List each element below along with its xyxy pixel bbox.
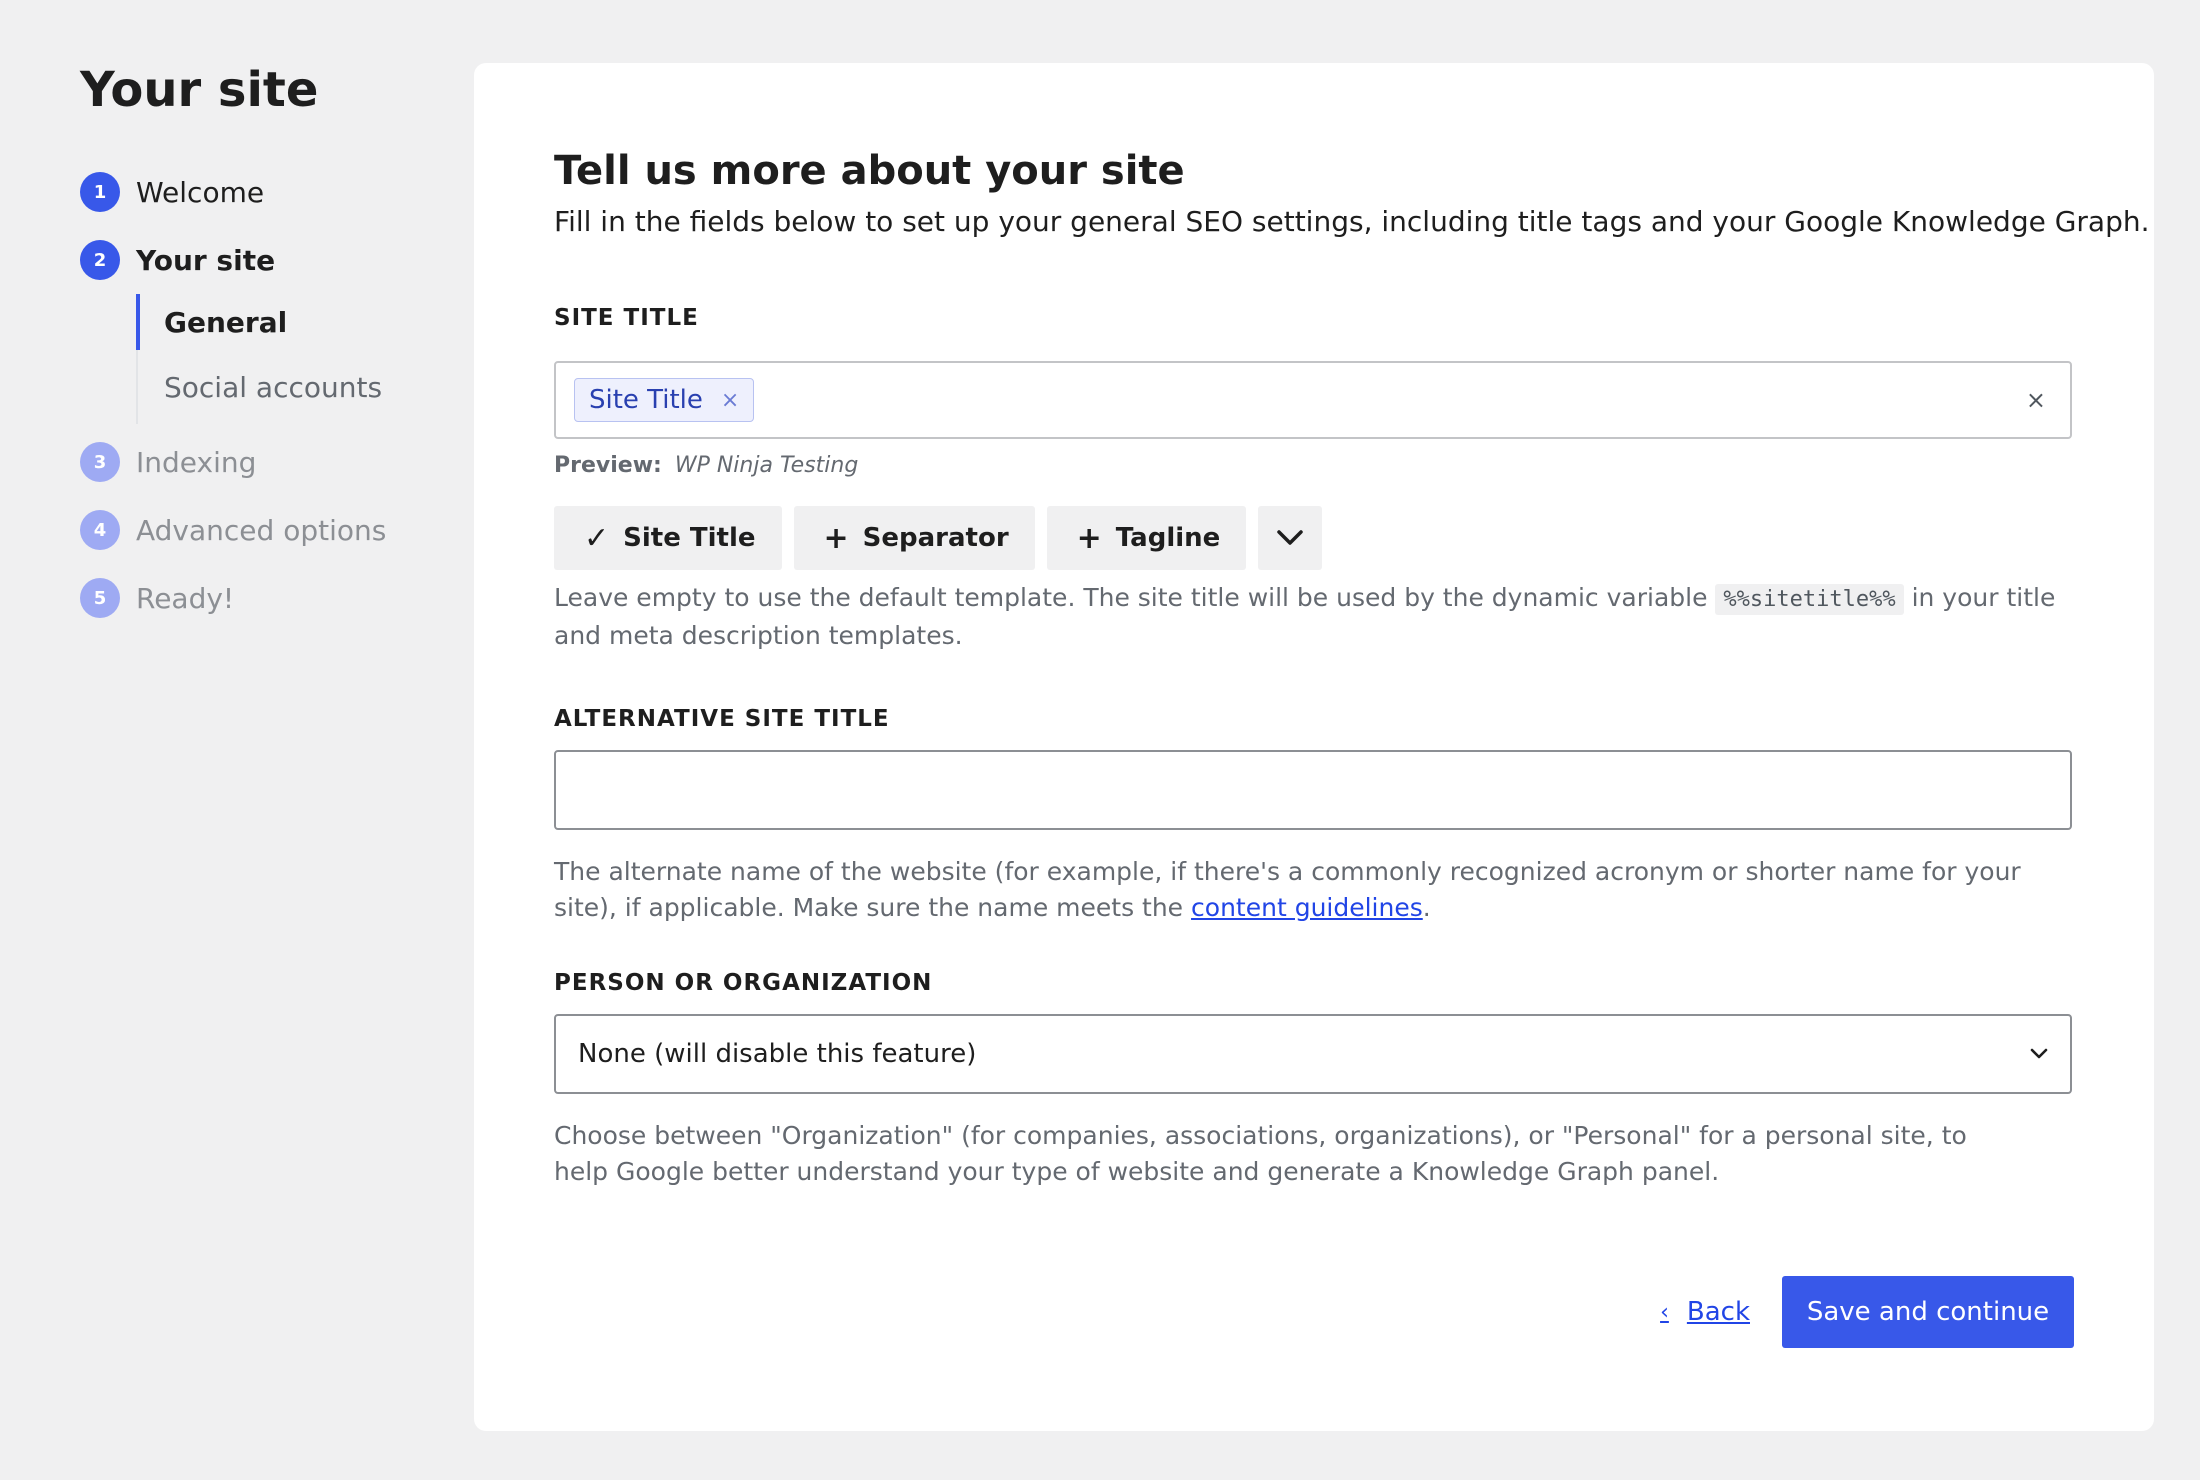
save-and-continue-button[interactable]: Save and continue bbox=[1782, 1276, 2074, 1348]
substep-general[interactable]: General bbox=[136, 294, 460, 350]
substep-list: General Social accounts bbox=[136, 294, 460, 424]
back-label: Back bbox=[1686, 1297, 1750, 1327]
site-title-help: Leave empty to use the default template.… bbox=[554, 580, 2074, 654]
title-preview: Preview: WP Ninja Testing bbox=[554, 453, 2074, 478]
preview-value: WP Ninja Testing bbox=[674, 453, 859, 478]
button-label: Separator bbox=[862, 523, 1009, 553]
step-number-badge: 5 bbox=[80, 578, 120, 618]
content-guidelines-link[interactable]: content guidelines bbox=[1191, 893, 1423, 922]
selected-value: None (will disable this feature) bbox=[578, 1039, 977, 1069]
site-title-label: SITE TITLE bbox=[554, 305, 699, 331]
back-button[interactable]: ‹ Back bbox=[1660, 1297, 1750, 1327]
setup-steps-sidebar: Your site 1 Welcome 2 Your site General … bbox=[80, 60, 460, 632]
plus-icon: + bbox=[1076, 520, 1102, 556]
variable-buttons: ✓ Site Title + Separator + Tagline bbox=[554, 506, 2074, 570]
step-ready[interactable]: 5 Ready! bbox=[80, 564, 460, 632]
card-content: Tell us more about your site Fill in the… bbox=[554, 145, 2150, 1190]
step-label: Indexing bbox=[136, 445, 257, 479]
site-title-input[interactable]: Site Title × × bbox=[554, 361, 2072, 439]
page-description: Fill in the fields below to set up your … bbox=[554, 205, 2150, 238]
button-label: Tagline bbox=[1115, 523, 1221, 553]
step-number-badge: 3 bbox=[80, 442, 120, 482]
button-label: Site Title bbox=[623, 523, 756, 553]
more-variables-button[interactable] bbox=[1258, 506, 1323, 570]
sidebar-title: Your site bbox=[80, 62, 319, 118]
step-advanced-options[interactable]: 4 Advanced options bbox=[80, 496, 460, 564]
preview-label: Preview: bbox=[554, 453, 662, 478]
step-indexing[interactable]: 3 Indexing bbox=[80, 428, 460, 496]
clear-icon[interactable]: × bbox=[2026, 386, 2046, 414]
step-your-site[interactable]: 2 Your site bbox=[80, 226, 460, 294]
chevron-down-icon bbox=[1277, 530, 1304, 545]
card-footer: ‹ Back Save and continue bbox=[1660, 1276, 2074, 1348]
chip-label: Site Title bbox=[589, 385, 703, 415]
step-number-badge: 1 bbox=[80, 172, 120, 212]
substep-social-accounts[interactable]: Social accounts bbox=[136, 350, 460, 424]
chevron-left-icon: ‹ bbox=[1660, 1299, 1669, 1325]
step-number-badge: 2 bbox=[80, 240, 120, 280]
chip-remove-icon[interactable]: × bbox=[721, 388, 739, 413]
step-label: Welcome bbox=[136, 175, 265, 209]
insert-separator-button[interactable]: + Separator bbox=[793, 506, 1035, 570]
person-or-organization-help: Choose between "Organization" (for compa… bbox=[554, 1121, 1967, 1186]
alternative-title-help: The alternate name of the website (for e… bbox=[554, 854, 2074, 926]
step-number-badge: 4 bbox=[80, 510, 120, 550]
step-label: Ready! bbox=[136, 581, 235, 615]
page-title: Tell us more about your site bbox=[554, 148, 1185, 194]
plus-icon: + bbox=[823, 520, 849, 556]
step-welcome[interactable]: 1 Welcome bbox=[80, 158, 460, 226]
person-or-organization-label: PERSON OR ORGANIZATION bbox=[554, 970, 933, 996]
step-label: Advanced options bbox=[136, 513, 387, 547]
check-icon: ✓ bbox=[584, 520, 610, 556]
step-label: Your site bbox=[136, 243, 276, 277]
help-text-start: Leave empty to use the default template.… bbox=[554, 583, 1708, 612]
main-card: Tell us more about your site Fill in the… bbox=[474, 63, 2154, 1431]
site-title-variable-chip: Site Title × bbox=[574, 378, 755, 422]
insert-site-title-button[interactable]: ✓ Site Title bbox=[554, 506, 782, 570]
alternative-site-title-input[interactable] bbox=[554, 750, 2072, 830]
insert-tagline-button[interactable]: + Tagline bbox=[1046, 506, 1247, 570]
variable-code: %%sitetitle%% bbox=[1715, 584, 1904, 615]
help-text-end: . bbox=[1422, 893, 1431, 922]
chevron-down-icon bbox=[2030, 1048, 2048, 1059]
person-or-organization-select[interactable]: None (will disable this feature) bbox=[554, 1014, 2072, 1094]
alternative-site-title-label: ALTERNATIVE SITE TITLE bbox=[554, 706, 890, 732]
